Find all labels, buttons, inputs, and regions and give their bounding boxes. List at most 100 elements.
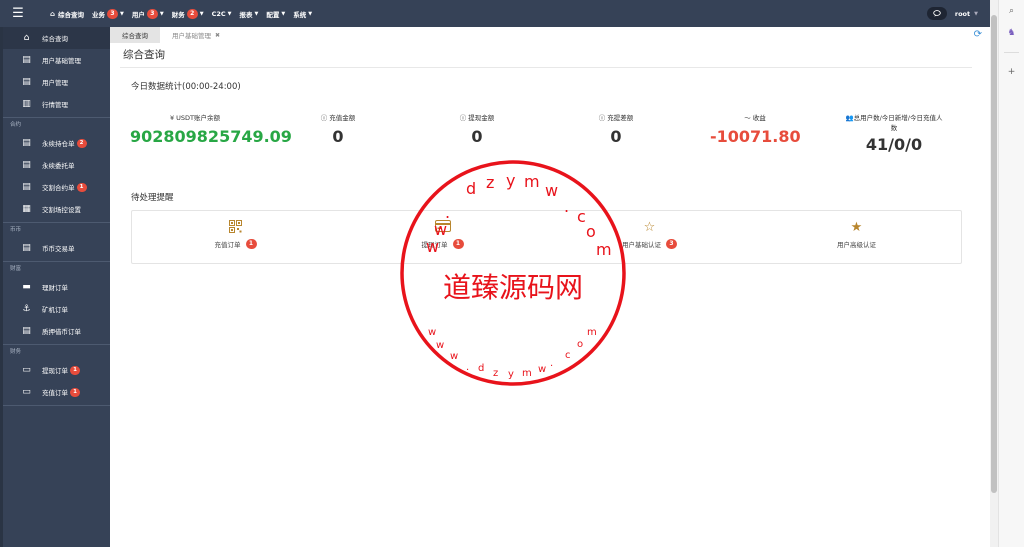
stat-recharge: ⓘ 充值金额 0	[298, 112, 378, 146]
stat-label: 👥总用户数/今日新增/今日充值人	[824, 112, 964, 122]
stat-value: 0	[332, 127, 344, 146]
sidebar-item-label: 交割场控设置	[42, 206, 81, 214]
caret-down-icon: ▼	[281, 10, 286, 17]
username[interactable]: root	[955, 10, 970, 18]
nav-label: 业务	[92, 10, 106, 19]
stat-label-text: USDT账户余额	[176, 114, 221, 122]
svg-text:.: .	[466, 362, 469, 373]
sidebar-group-finance: 财务 ▭ 提现订单 1 ▭ 充值订单 1	[3, 345, 110, 406]
sidebar-item-overview[interactable]: ⌂ 综合查询	[3, 27, 110, 49]
stat-label-text-2: 数	[890, 124, 898, 132]
nav-item-home[interactable]: ⌂ 综合查询	[50, 9, 84, 19]
info-circle-icon: ⓘ	[598, 114, 608, 122]
chat-icon[interactable]	[926, 7, 947, 20]
sidebar-item-delivery-orders[interactable]: ▤ 交割合约单 1	[3, 176, 110, 198]
document-icon: ▤	[22, 243, 31, 253]
top-navbar: ☰ ⌂ 综合查询 业务 3 ▼ 用户 3 ▼ 财务 2 ▼ C2C ▼ 报表 ▼	[0, 0, 990, 27]
scrollbar-thumb[interactable]	[991, 15, 997, 493]
refresh-icon[interactable]: ⟳	[974, 29, 982, 40]
caret-down-icon: ▼	[308, 10, 313, 17]
document-icon: ▤	[22, 138, 31, 148]
sidebar-item-perp-positions[interactable]: ▤ 永续持仓单 2	[3, 132, 110, 154]
pending-title: 待处理提醒	[131, 193, 174, 203]
top-nav: ⌂ 综合查询 业务 3 ▼ 用户 3 ▼ 财务 2 ▼ C2C ▼ 报表 ▼ 配…	[50, 0, 320, 27]
anchor-icon: ⚓	[22, 304, 31, 314]
info-circle-icon: ⓘ	[459, 114, 469, 122]
svg-text:z: z	[486, 173, 494, 192]
nav-item-users[interactable]: 用户 3 ▼	[131, 8, 164, 19]
sidebar-item-delivery-control[interactable]: ▦ 交割场控设置	[3, 198, 110, 220]
sidebar-item-pledge-orders[interactable]: ▤ 质押借币订单	[3, 320, 110, 342]
sidebar-item-label: 提现订单	[42, 367, 68, 375]
nav-label: 用户	[131, 10, 145, 19]
columns-icon: ▦	[22, 204, 31, 214]
credit-card-icon: ▭	[22, 387, 31, 397]
line-chart-icon: 〜	[744, 114, 753, 122]
sidebar: ⌂ 综合查询 ▤ 用户基础管理 ▤ 用户管理 ▥ 行情管理 合约 ▤ 永续持仓单…	[0, 27, 110, 547]
sidebar-badge: 1	[76, 182, 87, 192]
pending-recharge-orders[interactable]: 充值订单 1	[132, 211, 339, 263]
sidebar-item-recharge-orders[interactable]: ▭ 充值订单 1	[3, 381, 110, 403]
sidebar-badge: 2	[76, 138, 87, 148]
caret-down-icon: ▼	[227, 10, 232, 17]
home-icon: ⌂	[23, 33, 30, 43]
tab-bar: 综合查询 用户基础管理 ✖	[110, 27, 990, 43]
nav-item-finance[interactable]: 财务 2 ▼	[172, 8, 204, 19]
stat-label-text: 提现金额	[468, 114, 495, 122]
sidebar-item-spot-orders[interactable]: ▤ 币币交易单	[3, 237, 110, 259]
nav-item-c2c[interactable]: C2C ▼	[212, 10, 232, 18]
sidebar-item-user-manage[interactable]: ▤ 用户管理	[3, 71, 110, 93]
nav-label: 配置	[266, 10, 280, 19]
svg-text:w: w	[545, 181, 558, 200]
sidebar-item-wealth-orders[interactable]: ▬ 理财订单	[3, 276, 110, 298]
sidebar-item-perp-orders[interactable]: ▤ 永续委托单	[3, 154, 110, 176]
tab-user-basic[interactable]: 用户基础管理 ✖	[160, 27, 232, 43]
stat-label: ⓘ 提现金额	[437, 112, 517, 122]
svg-text:w: w	[428, 327, 436, 338]
pending-advanced-verification[interactable]: ★ 用户高级认证	[753, 211, 960, 263]
stat-label-text: 总用户数/今日新增/今日充值人	[853, 114, 943, 122]
hamburger-icon[interactable]: ☰	[0, 0, 36, 27]
star-filled-icon: ★	[850, 220, 863, 235]
document-icon: ▤	[22, 160, 31, 170]
svg-text:w: w	[436, 340, 444, 351]
sidebar-item-miner-orders[interactable]: ⚓ 矿机订单	[3, 298, 110, 320]
nav-item-business[interactable]: 业务 3 ▼	[92, 8, 124, 19]
stat-profit: 〜 收益 -10071.80	[710, 112, 801, 146]
nav-item-config[interactable]: 配置 ▼	[266, 9, 285, 19]
sidebar-item-label: 永续委托单	[42, 162, 75, 170]
search-icon[interactable]: ⌕	[999, 0, 1024, 22]
sidebar-item-withdraw-orders[interactable]: ▭ 提现订单 1	[3, 359, 110, 381]
svg-text:z: z	[493, 368, 498, 379]
caret-down-icon: ▼	[120, 10, 124, 17]
caret-down-icon: ▼	[159, 10, 164, 17]
svg-text:m: m	[596, 240, 612, 259]
divider	[1004, 52, 1019, 53]
stat-label: ¥ USDT账户余额	[130, 112, 260, 122]
sidebar-group-main: ⌂ 综合查询 ▤ 用户基础管理 ▤ 用户管理 ▥ 行情管理	[3, 27, 110, 118]
stat-value: 0	[471, 127, 483, 146]
user-menu[interactable]: root ▼	[926, 7, 978, 20]
nav-label: 报表	[239, 10, 253, 19]
stat-value: 41/0/0	[865, 135, 923, 154]
plus-icon[interactable]: +	[999, 61, 1024, 83]
svg-text:m: m	[587, 327, 597, 338]
close-icon[interactable]: ✖	[215, 32, 220, 39]
sidebar-group-title: 币币	[10, 227, 22, 233]
sidebar-item-label: 理财订单	[42, 284, 68, 292]
sidebar-item-user-basic[interactable]: ▤ 用户基础管理	[3, 49, 110, 71]
vertical-scrollbar[interactable]	[990, 0, 998, 547]
svg-text:m: m	[524, 172, 540, 191]
svg-text:c: c	[577, 207, 586, 226]
tab-overview[interactable]: 综合查询	[110, 27, 160, 43]
stat-label-text: 充提差额	[607, 114, 634, 122]
sidebar-item-label: 交割合约单	[42, 184, 75, 192]
sidebar-item-market[interactable]: ▥ 行情管理	[3, 93, 110, 115]
document-icon: ▤	[22, 77, 31, 87]
sidebar-group-spot: 币币 ▤ 币币交易单	[3, 223, 110, 262]
stat-label: ⓘ 充提差额	[576, 112, 656, 122]
nav-item-reports[interactable]: 报表 ▼	[240, 9, 259, 19]
stat-value: -10071.80	[710, 127, 801, 146]
nav-item-system[interactable]: 系统 ▼	[293, 9, 312, 19]
extension-icon[interactable]: ♞	[999, 22, 1024, 44]
